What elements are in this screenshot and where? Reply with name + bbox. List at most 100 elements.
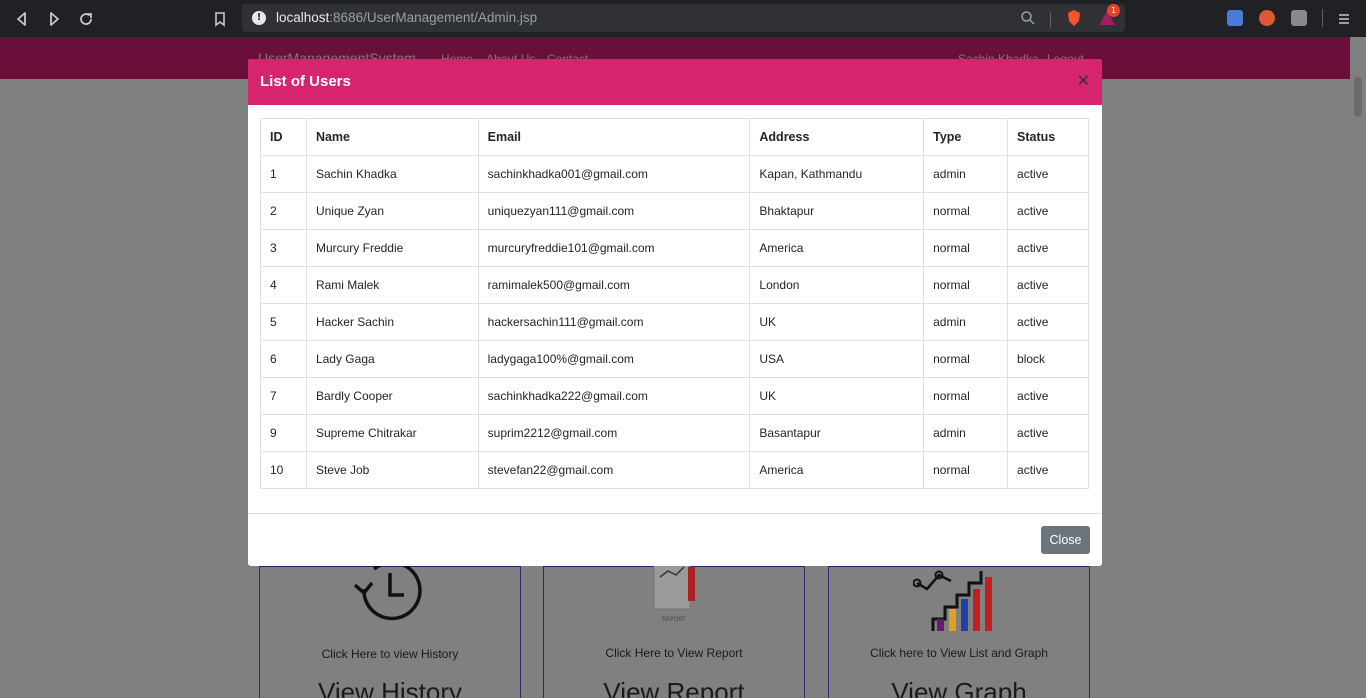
brave-rewards-icon[interactable]: 1 (1097, 4, 1120, 31)
cell-name: Hacker Sachin (305, 303, 479, 341)
column-header-email: Email (477, 118, 751, 156)
forward-icon[interactable] (44, 9, 64, 29)
table-row: 2 Unique Zyan uniquezyan111@gmail.com Bh… (260, 192, 1089, 230)
toolbar-divider (1322, 9, 1323, 27)
cell-type: admin (923, 155, 1009, 193)
cell-type: admin (923, 414, 1009, 452)
history-caption: Click Here to view History (321, 647, 459, 661)
table-row: 10 Steve Job stevefan22@gmail.com Americ… (260, 451, 1089, 489)
url-path: :8686/UserManagement/Admin.jsp (329, 10, 538, 25)
cell-address: Basantapur (749, 414, 925, 452)
table-row: 7 Bardly Cooper sachinkhadka222@gmail.co… (260, 377, 1089, 415)
cell-type: normal (923, 192, 1009, 230)
scrollbar-thumb[interactable] (1354, 77, 1362, 117)
column-header-address: Address (749, 118, 925, 156)
cell-name: Lady Gaga (305, 340, 479, 378)
cell-type: normal (923, 451, 1009, 489)
cell-status: active (1007, 377, 1089, 415)
graph-icon (913, 570, 992, 631)
cell-id: 9 (260, 414, 307, 452)
divider (1050, 12, 1051, 28)
cell-id: 6 (260, 340, 307, 378)
cell-address: Bhaktapur (749, 192, 925, 230)
close-button[interactable]: Close (1041, 526, 1090, 554)
cell-status: active (1007, 414, 1089, 452)
cell-name: Supreme Chitrakar (305, 414, 479, 452)
cell-status: block (1007, 340, 1089, 378)
column-header-type: Type (923, 118, 1009, 156)
cell-email: ladygaga100%@gmail.com (477, 340, 751, 378)
page-scrollbar[interactable] (1350, 37, 1366, 698)
cell-name: Steve Job (305, 451, 479, 489)
cell-email: sachinkhadka222@gmail.com (477, 377, 751, 415)
graph-caption: Click here to View List and Graph (870, 646, 1048, 660)
close-icon[interactable]: ✕ (1077, 73, 1090, 89)
report-caption: Click Here to View Report (605, 646, 743, 660)
cell-email: uniquezyan111@gmail.com (477, 192, 751, 230)
column-header-id: ID (260, 118, 307, 156)
table-row: 9 Supreme Chitrakar suprim2212@gmail.com… (260, 414, 1089, 452)
bookmark-icon[interactable] (210, 9, 230, 29)
cell-address: UK (749, 377, 925, 415)
zoom-icon[interactable] (1020, 10, 1036, 30)
graph-card[interactable]: Click here to View List and Graph View G… (828, 566, 1090, 698)
translate-extension-icon[interactable] (1227, 10, 1243, 26)
svg-text:REPORT: REPORT (662, 616, 686, 623)
cell-type: normal (923, 377, 1009, 415)
cell-name: Bardly Cooper (305, 377, 479, 415)
cell-id: 7 (260, 377, 307, 415)
modal-header: List of Users ✕ (248, 59, 1102, 105)
table-row: 5 Hacker Sachin hackersachin111@gmail.co… (260, 303, 1089, 341)
cell-email: murcuryfreddie101@gmail.com (477, 229, 751, 267)
site-info-icon[interactable]: ! (252, 11, 266, 25)
cell-id: 5 (260, 303, 307, 341)
menu-icon[interactable] (1334, 9, 1354, 29)
cell-id: 4 (260, 266, 307, 304)
modal-footer: Close (248, 513, 1102, 566)
reload-icon[interactable] (76, 9, 96, 29)
cell-id: 1 (260, 155, 307, 193)
extensions-icon[interactable] (1291, 10, 1307, 26)
table-row: 3 Murcury Freddie murcuryfreddie101@gmai… (260, 229, 1089, 267)
cell-type: normal (923, 229, 1009, 267)
cell-name: Unique Zyan (305, 192, 479, 230)
cell-email: ramimalek500@gmail.com (477, 266, 751, 304)
address-bar[interactable]: ! localhost:8686/UserManagement/Admin.js… (242, 4, 1125, 32)
browser-toolbar: ! localhost:8686/UserManagement/Admin.js… (0, 0, 1366, 37)
cell-email: suprim2212@gmail.com (477, 414, 751, 452)
modal-title: List of Users (260, 73, 351, 90)
table-header-row: ID Name Email Address Type Status (260, 118, 1089, 156)
cell-status: active (1007, 451, 1089, 489)
cell-type: normal (923, 266, 1009, 304)
cell-type: normal (923, 340, 1009, 378)
report-icon: REPORT (653, 564, 695, 623)
cell-name: Murcury Freddie (305, 229, 479, 267)
cell-address: London (749, 266, 925, 304)
cell-address: UK (749, 303, 925, 341)
notification-badge: 1 (1107, 4, 1120, 17)
table-row: 1 Sachin Khadka sachinkhadka001@gmail.co… (260, 155, 1089, 193)
brave-shield-icon[interactable] (1065, 9, 1083, 31)
cell-status: active (1007, 155, 1089, 193)
cell-type: admin (923, 303, 1009, 341)
report-title[interactable]: View Report (544, 677, 804, 698)
cell-status: active (1007, 303, 1089, 341)
back-icon[interactable] (12, 9, 32, 29)
cell-status: active (1007, 229, 1089, 267)
cell-address: America (749, 229, 925, 267)
users-table: ID Name Email Address Type Status 1 Sach… (260, 118, 1089, 489)
history-icon (353, 563, 422, 621)
report-card[interactable]: REPORT Click Here to View Report View Re… (543, 564, 805, 698)
duckduckgo-extension-icon[interactable] (1259, 10, 1275, 26)
history-card[interactable]: Click Here to view History View History (259, 563, 521, 698)
history-title[interactable]: View History (260, 677, 520, 698)
column-header-name: Name (305, 118, 479, 156)
url-text[interactable]: localhost:8686/UserManagement/Admin.jsp (276, 10, 537, 25)
cell-status: active (1007, 192, 1089, 230)
cell-email: sachinkhadka001@gmail.com (477, 155, 751, 193)
cell-name: Sachin Khadka (305, 155, 479, 193)
cell-email: stevefan22@gmail.com (477, 451, 751, 489)
graph-title[interactable]: View Graph (829, 677, 1089, 698)
cell-email: hackersachin111@gmail.com (477, 303, 751, 341)
table-row: 4 Rami Malek ramimalek500@gmail.com Lond… (260, 266, 1089, 304)
